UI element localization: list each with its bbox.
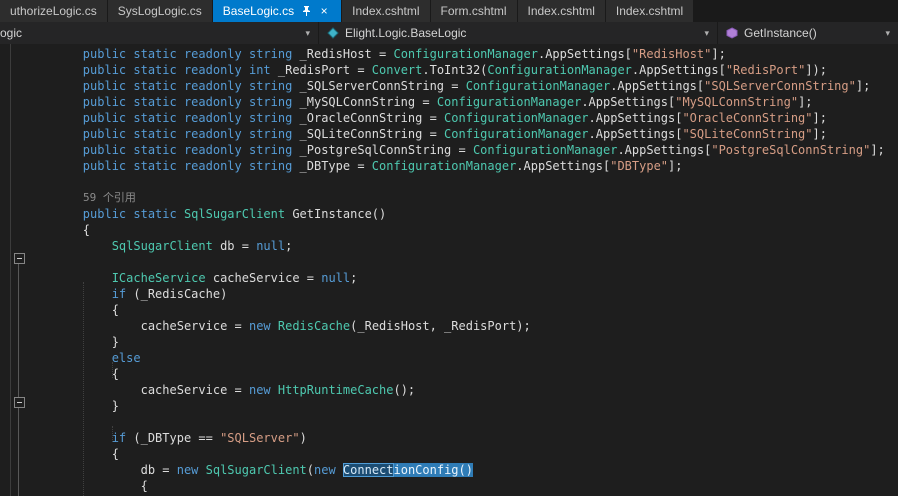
code-line: public static readonly string _OracleCon… [25, 111, 827, 125]
tab-label: Index.cshtml [527, 4, 595, 18]
code-line: { [25, 447, 119, 461]
code-line: SqlSugarClient db = null; [25, 239, 293, 253]
code-line: } [25, 399, 119, 413]
pin-icon[interactable] [302, 5, 311, 17]
code-line: public static readonly string _SQLServer… [25, 79, 871, 93]
code-line: } [25, 335, 119, 349]
close-icon[interactable]: × [317, 4, 331, 18]
tab[interactable]: Index.cshtml [517, 0, 605, 22]
code-line: { [25, 367, 119, 381]
code-line: db = new SqlSugarClient(new ConnectionCo… [25, 463, 473, 477]
chevron-down-icon: ▾ [305, 27, 310, 38]
tab[interactable]: Form.cshtml [430, 0, 517, 22]
code-line: { [25, 479, 148, 493]
project-dropdown[interactable]: ogic ▾ [0, 22, 318, 44]
member-dropdown[interactable]: GetInstance() ▾ [717, 22, 898, 44]
code-line: else [25, 351, 141, 365]
tab-label: BaseLogic.cs [222, 4, 295, 18]
method-icon [726, 27, 738, 39]
code-line: cacheService = new RedisCache(_RedisHost… [25, 319, 531, 333]
code-line: { [25, 303, 119, 317]
code-editor[interactable]: public static readonly string _RedisHost… [0, 44, 898, 496]
codelens-references[interactable]: 59 个引用 [25, 190, 898, 206]
code-line: public static SqlSugarClient GetInstance… [25, 207, 387, 221]
code-line: cacheService = new HttpRuntimeCache(); [25, 383, 416, 397]
tab[interactable]: BaseLogic.cs × [212, 0, 342, 22]
fold-marker-collapse[interactable] [14, 253, 25, 264]
tab-label: Index.cshtml [352, 4, 420, 18]
project-dropdown-label: ogic [0, 26, 23, 40]
code-lines[interactable]: public static readonly string _RedisHost… [25, 46, 898, 496]
tab[interactable]: Index.cshtml [605, 0, 694, 22]
code-line: ICacheService cacheService = null; [25, 271, 358, 285]
code-line: if (_DBType == "SQLServer") [25, 431, 307, 445]
tab[interactable]: uthorizeLogic.cs [0, 0, 107, 22]
code-line: public static readonly string _SQLiteCon… [25, 127, 827, 141]
fold-extent-line [18, 263, 19, 496]
chevron-down-icon: ▾ [704, 27, 709, 38]
code-line: public static readonly string _MySQLConn… [25, 95, 813, 109]
fold-marker-collapse[interactable] [14, 397, 25, 408]
tab[interactable]: Index.cshtml [342, 0, 430, 22]
code-line: public static readonly string _RedisHost… [25, 47, 726, 61]
tab-label: SysLogLogic.cs [117, 4, 202, 18]
code-line: public static readonly string _PostgreSq… [25, 143, 885, 157]
tab-label: Index.cshtml [615, 4, 684, 18]
tab-label: uthorizeLogic.cs [10, 4, 97, 18]
code-line: public static readonly int _RedisPort = … [25, 63, 827, 77]
chevron-down-icon: ▾ [885, 27, 890, 38]
type-dropdown[interactable]: Elight.Logic.BaseLogic ▾ [318, 22, 717, 44]
code-line: public static readonly string _DBType = … [25, 159, 683, 173]
code-line: { [25, 223, 91, 237]
gutter-divider [10, 44, 11, 496]
tab-label: Form.cshtml [440, 4, 507, 18]
member-dropdown-label: GetInstance() [744, 26, 817, 40]
code-line: if (_RedisCache) [25, 287, 228, 301]
navigation-bar: ogic ▾ Elight.Logic.BaseLogic ▾ GetInsta… [0, 22, 898, 44]
class-icon [327, 27, 339, 39]
tab[interactable]: SysLogLogic.cs [107, 0, 212, 22]
tab-bar: uthorizeLogic.cs SysLogLogic.cs BaseLogic.… [0, 0, 898, 22]
type-dropdown-label: Elight.Logic.BaseLogic [345, 26, 467, 40]
